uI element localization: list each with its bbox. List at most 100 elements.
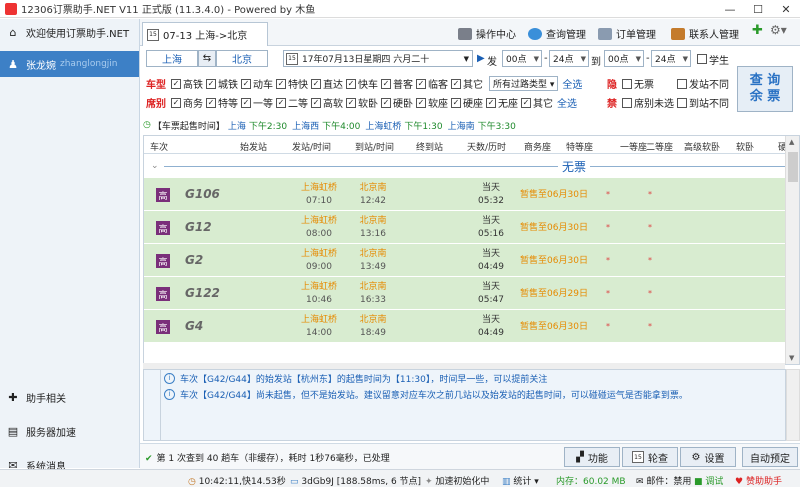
seat-checkbox[interactable]: ✓ [346,97,356,108]
column-header[interactable]: 特等座 [566,140,593,153]
notice-city[interactable]: 上海 [228,119,246,132]
column-header[interactable]: 发站/时间 [292,140,331,153]
query-tickets-button[interactable]: 查 询 余 票 [737,66,793,112]
seat-checkbox[interactable]: ✓ [486,97,496,108]
add-tab-button[interactable]: ✚ [752,23,763,38]
arr-to-select[interactable]: 24点 ▼ [651,50,691,67]
table-row[interactable]: 高 G12 上海虹桥 08:00 北京南 13:16 当天 05:16 暂售至06月30日 * * [144,211,799,244]
seat-checkbox[interactable]: ✓ [311,97,321,108]
train-number[interactable]: G2 [185,253,203,267]
dep-time: 10:46 [306,295,332,305]
menu-ops-center[interactable]: 操作中心 [458,26,516,41]
type-checkbox[interactable]: ✓ [451,78,461,89]
seat-checkbox[interactable]: ✓ [171,97,181,108]
prev-day-arrow[interactable]: ▶ [477,53,485,64]
type-checkbox[interactable]: ✓ [381,78,391,89]
settings-button[interactable]: ⚙ 设置 [680,447,736,467]
train-number[interactable]: G12 [185,220,212,234]
seat-checkbox[interactable]: ✓ [381,97,391,108]
support-link[interactable]: ♥ 赞助助手 [735,474,782,487]
train-number[interactable]: G106 [185,187,220,201]
tips-scrollbar[interactable] [786,369,800,441]
maximize-button[interactable]: ☐ [744,0,772,18]
column-header[interactable]: 商务座 [524,140,551,153]
menu-query-mgmt[interactable]: 查询管理 [528,26,586,41]
train-number[interactable]: G4 [185,319,203,333]
calendar-icon: 15 [632,451,644,463]
no-ticket-checkbox[interactable] [622,78,632,89]
seat-checkbox[interactable]: ✓ [416,97,426,108]
train-number[interactable]: G122 [185,286,220,300]
mail-status[interactable]: ✉ 邮件：禁用 [636,474,691,487]
seat-checkbox[interactable]: ✓ [241,97,251,108]
pass-type-select[interactable]: 所有过路类型 ▾ [489,76,559,91]
menu-order-mgmt[interactable]: 订单管理 [598,26,656,41]
stats-menu[interactable]: ▥ 统计 ▾ [502,474,539,487]
auto-book-button[interactable]: 自动预定 [742,447,798,467]
contacts-icon [671,27,685,40]
column-header[interactable]: 软卧 [736,140,754,153]
date-picker[interactable]: 15 17年07月13日星期四 六月二十 ▼ [283,50,473,67]
debug-toggle[interactable]: ■ 调试 [694,474,723,487]
type-checkbox[interactable]: ✓ [206,78,216,89]
type-checkbox[interactable]: ✓ [346,78,356,89]
gear-icon[interactable]: ⚙▾ [770,23,787,37]
table-row[interactable]: 高 G122 上海虹桥 10:46 北京南 16:33 当天 05:47 暂售至06月29日 * * [144,277,799,310]
menu-contacts[interactable]: 联系人管理 [671,26,739,41]
dep-to-select[interactable]: 24点 ▼ [549,50,589,67]
column-header[interactable]: 一等座 [620,140,647,153]
arr-station: 北京南 [359,183,387,193]
dep-from-select[interactable]: 00点 ▼ [502,50,542,67]
type-checkbox[interactable]: ✓ [416,78,426,89]
sidebar-item-about[interactable]: ✚ 助手相关 [0,380,140,414]
tab-query-shanghai-beijing[interactable]: 15 07-13 上海->北京 [142,22,268,46]
from-station-input[interactable]: 上海 [146,50,198,67]
seat-checkbox[interactable]: ✓ [276,97,286,108]
minimize-button[interactable]: — [716,0,744,18]
column-header[interactable]: 始发站 [240,140,267,153]
seat-type-label: 席别 [146,99,166,110]
sidebar-item-server-accel[interactable]: ▤ 服务器加速 [0,414,140,448]
table-scrollbar[interactable]: ▲ ▼ [785,136,799,364]
type-checkbox[interactable]: ✓ [241,78,251,89]
table-row[interactable]: 高 G106 上海虹桥 07:10 北京南 12:42 当天 05:32 暂售至06月30日 * * [144,178,799,211]
seat-checkbox[interactable]: ✓ [451,97,461,108]
arr-from-select[interactable]: 00点 ▼ [604,50,644,67]
poll-button[interactable]: 15 轮查 [622,447,678,467]
type-checkbox[interactable]: ✓ [276,78,286,89]
seat-checkbox[interactable]: ✓ [521,97,531,108]
select-all-seats-link[interactable]: 全选 [557,95,577,110]
column-header[interactable]: 到站/时间 [355,140,394,153]
group-header-no-ticket[interactable]: ⌄ 无票 [144,154,799,178]
seat-unselected-checkbox[interactable] [622,97,632,108]
to-station-input[interactable]: 北京 [216,50,268,67]
scroll-up-icon[interactable]: ▲ [789,138,794,146]
column-header[interactable]: 终到站 [416,140,443,153]
sale-status: 暂售至06月30日 [520,223,588,233]
type-checkbox[interactable]: ✓ [311,78,321,89]
notice-city[interactable]: 上海虹桥 [365,119,401,132]
table-row[interactable]: 高 G2 上海虹桥 09:00 北京南 13:49 当天 04:49 暂售至06月30日 * * [144,244,799,277]
select-all-types-link[interactable]: 全选 [562,76,582,91]
scroll-thumb[interactable] [788,152,798,182]
column-header[interactable]: 车次 [150,140,168,153]
diff-arr-checkbox[interactable] [677,97,687,108]
type-checkbox[interactable]: ✓ [171,78,181,89]
sidebar-item-user[interactable]: ♟ 张龙婉 zhanglongjin [0,51,139,77]
filter-panel: 车型 ✓ 高铁 ✓ 城铁 ✓ 动车 ✓ 特快 ✓ 直达 ✓ 快车 ✓ 普客 ✓ 临客 ✓ 其它 所有过路类型 ▾ 全选… [146,74,606,116]
sidebar-item-welcome[interactable]: ⌂ 欢迎使用订票助手.NET [0,19,139,45]
table-row[interactable]: 高 G4 上海虹桥 14:00 北京南 18:49 当天 04:49 暂售至06月30日 * * [144,310,799,343]
server-status[interactable]: ▭ 3dGb9J [188.58ms, 6 节点] [290,474,421,487]
scroll-down-icon[interactable]: ▼ [789,354,794,362]
column-header[interactable]: 二等座 [646,140,673,153]
notice-city[interactable]: 上海西 [292,119,319,132]
seat-checkbox[interactable]: ✓ [206,97,216,108]
diff-dep-checkbox[interactable] [677,78,687,89]
column-header[interactable]: 天数/历时 [467,140,506,153]
student-checkbox[interactable]: 学生 [694,52,729,67]
notice-city[interactable]: 上海南 [448,119,475,132]
function-button[interactable]: ▞ 功能 [564,447,620,467]
close-button[interactable]: ✕ [772,0,800,18]
column-header[interactable]: 高级软卧 [684,140,720,153]
swap-stations-button[interactable]: ⇆ [198,50,216,67]
